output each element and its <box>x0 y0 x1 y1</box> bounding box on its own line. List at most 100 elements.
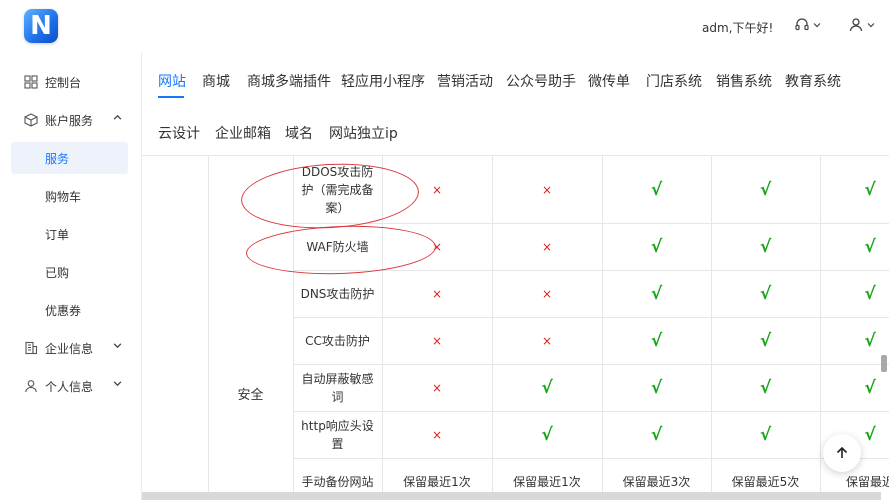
plan-value-cell: √ <box>602 223 711 270</box>
plan-value-cell: √ <box>820 270 889 317</box>
tab-micro-flyer[interactable]: 微传单 <box>588 71 630 91</box>
sidebar-item-account-services[interactable]: 账户服务 <box>0 104 142 136</box>
feature-name-cell: WAF防火墙 <box>306 239 369 254</box>
plan-value-cell: × <box>382 270 492 317</box>
sidebar: 控制台 账户服务 服务 购物车 订单 已购 优惠券 企业信息 个人信息 <box>0 52 142 500</box>
user-icon <box>849 18 863 32</box>
cross-icon: × <box>431 333 443 348</box>
sidebar-item-personal-info[interactable]: 个人信息 <box>0 370 142 402</box>
tab-mall-multiplatform[interactable]: 商城多端插件 <box>247 71 331 91</box>
sidebar-item-company-info[interactable]: 企业信息 <box>0 332 142 364</box>
check-icon: √ <box>864 236 876 257</box>
sidebar-item-label: 个人信息 <box>45 380 94 394</box>
active-tab-indicator <box>158 96 184 98</box>
user-greeting: adm,下午好! <box>702 21 774 35</box>
back-to-top-button[interactable] <box>823 434 861 472</box>
chevron-down-icon <box>113 381 122 387</box>
tab-marketing[interactable]: 营销活动 <box>437 71 493 91</box>
plan-value-cell: √ <box>711 317 820 364</box>
check-icon: √ <box>650 330 663 351</box>
plan-value-cell: × <box>382 223 492 270</box>
chevron-up-icon <box>113 114 122 120</box>
plan-value-cell: √ <box>820 156 889 223</box>
chevron-down-icon <box>113 343 122 349</box>
account-menu[interactable] <box>848 15 875 35</box>
sidebar-item-label: 账户服务 <box>45 114 94 128</box>
check-icon: √ <box>541 424 553 445</box>
plan-value-cell: √ <box>711 223 820 270</box>
check-icon: √ <box>541 377 553 398</box>
check-icon: √ <box>759 424 772 445</box>
sidebar-item-label: 企业信息 <box>45 342 94 356</box>
check-icon: √ <box>759 377 772 398</box>
user-icon <box>25 380 37 393</box>
plan-value-cell: √ <box>820 364 889 411</box>
plan-value-cell: × <box>492 156 602 223</box>
tab-education-system[interactable]: 教育系统 <box>785 71 841 91</box>
tab-dedicated-ip[interactable]: 网站独立ip <box>329 123 398 143</box>
tab-store-system[interactable]: 门店系统 <box>646 71 702 91</box>
feature-name-cell: DDOS攻击防护（需完成备案） <box>301 164 374 215</box>
tab-official-account[interactable]: 公众号助手 <box>506 71 576 91</box>
plan-value-cell: √ <box>602 411 711 458</box>
plan-value-cell: √ <box>602 364 711 411</box>
check-icon: √ <box>759 283 772 304</box>
plan-value-cell: √ <box>711 270 820 317</box>
plan-value-cell: √ <box>602 156 711 223</box>
plan-value-cell: √ <box>602 270 711 317</box>
support-menu[interactable] <box>794 15 821 35</box>
sidebar-item-purchased[interactable]: 已购 <box>0 256 142 288</box>
sidebar-item-orders[interactable]: 订单 <box>0 218 142 250</box>
chevron-down-icon <box>867 23 875 28</box>
tab-mini-program[interactable]: 轻应用小程序 <box>341 71 425 91</box>
sidebar-item-label: 控制台 <box>45 76 82 90</box>
cross-icon: × <box>431 182 443 197</box>
tab-domain[interactable]: 域名 <box>285 123 313 143</box>
check-icon: √ <box>864 330 876 351</box>
table-gridline <box>208 156 209 500</box>
plan-value-cell: √ <box>711 364 820 411</box>
sidebar-item-coupons[interactable]: 优惠券 <box>0 294 142 326</box>
feature-name-cell: 自动屏蔽敏感词 <box>301 371 374 404</box>
arrow-up-icon <box>836 446 848 458</box>
plan-value-cell: √ <box>820 317 889 364</box>
check-icon: √ <box>864 377 876 398</box>
app-logo[interactable]: N <box>24 9 58 43</box>
feature-name-cell: CC攻击防护 <box>305 333 370 348</box>
cross-icon: × <box>541 182 553 197</box>
top-header: N adm,下午好! <box>0 0 889 52</box>
sidebar-item-label: 服务 <box>45 152 70 166</box>
plan-value-cell: √ <box>711 411 820 458</box>
sidebar-item-services[interactable]: 服务 <box>11 142 128 174</box>
plan-value-cell: × <box>382 156 492 223</box>
cross-icon: × <box>431 286 443 301</box>
tab-cloud-design[interactable]: 云设计 <box>158 123 200 143</box>
horizontal-scrollbar[interactable] <box>142 492 881 500</box>
sidebar-item-label: 已购 <box>45 266 70 280</box>
check-icon: √ <box>759 330 772 351</box>
cube-icon <box>24 113 38 127</box>
feature-name-cell: http响应头设置 <box>301 418 374 451</box>
tab-website[interactable]: 网站 <box>158 71 186 91</box>
tab-sales-system[interactable]: 销售系统 <box>716 71 772 91</box>
cross-icon: × <box>541 239 553 254</box>
check-icon: √ <box>864 283 876 304</box>
sidebar-item-cart[interactable]: 购物车 <box>0 180 142 212</box>
tab-mall[interactable]: 商城 <box>202 71 230 91</box>
cross-icon: × <box>431 380 443 395</box>
check-icon: √ <box>759 236 772 257</box>
table-category-cell: 安全 <box>237 388 264 403</box>
cross-icon: × <box>431 427 443 442</box>
check-icon: √ <box>650 283 663 304</box>
tab-enterprise-mail[interactable]: 企业邮箱 <box>215 123 271 143</box>
check-icon: √ <box>759 179 772 200</box>
check-icon: √ <box>864 424 876 445</box>
plan-value-cell: √ <box>602 317 711 364</box>
chevron-down-icon <box>813 23 821 28</box>
plan-value-cell: × <box>492 317 602 364</box>
vertical-scrollbar-thumb[interactable] <box>881 355 887 372</box>
sidebar-item-dashboard[interactable]: 控制台 <box>0 66 142 98</box>
check-icon: √ <box>650 179 663 200</box>
check-icon: √ <box>650 236 663 257</box>
cross-icon: × <box>431 239 443 254</box>
